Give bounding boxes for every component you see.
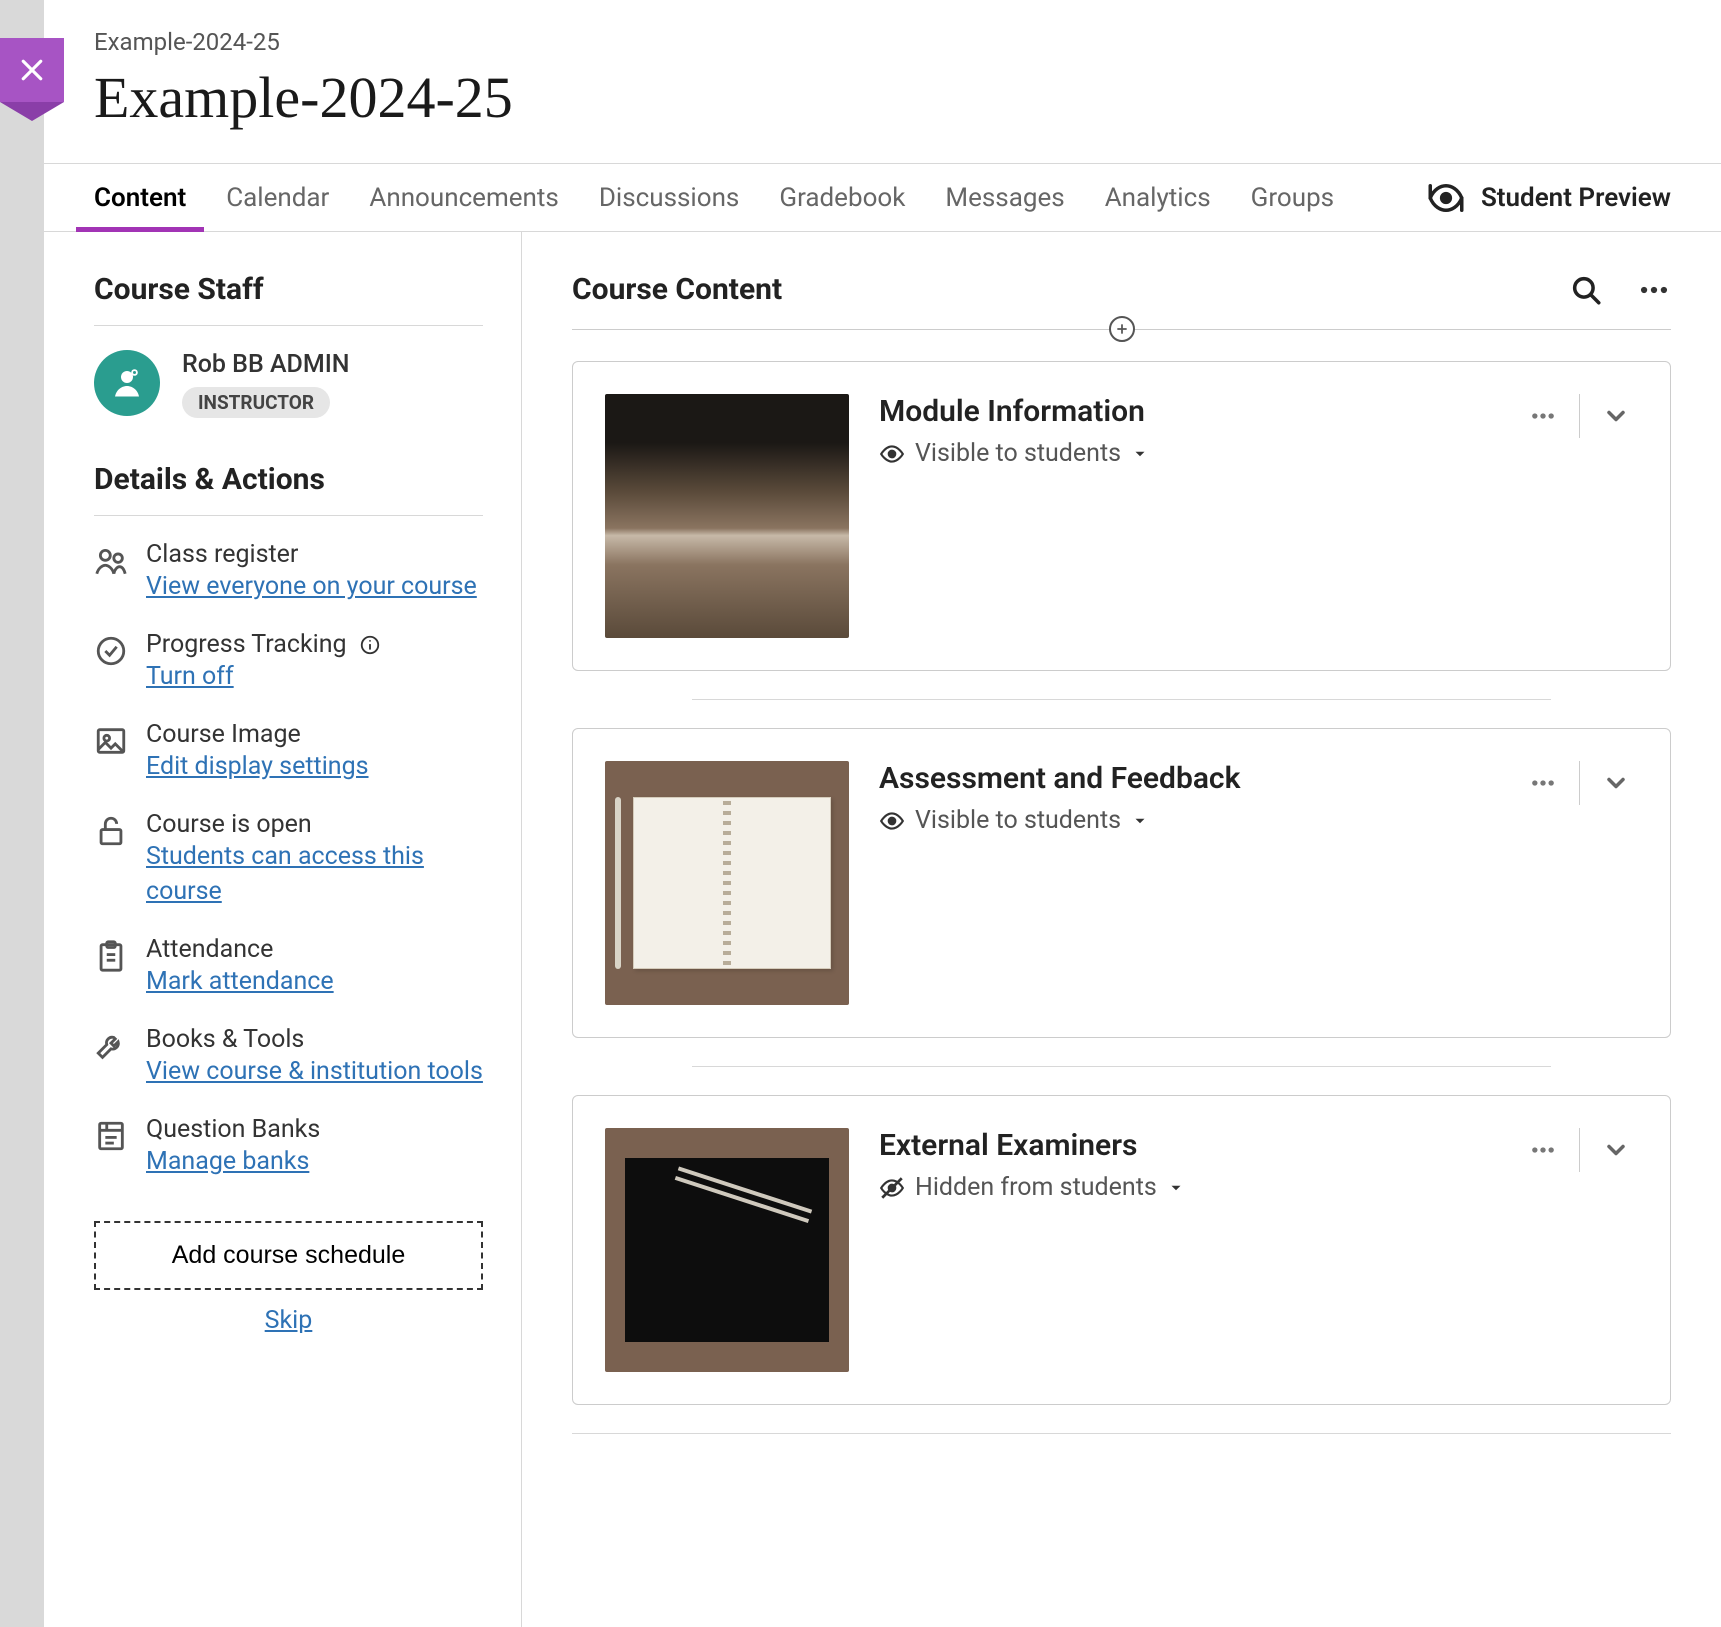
content-card[interactable]: Module Information Visible to students <box>572 361 1671 671</box>
people-icon <box>94 544 128 578</box>
visibility-label: Visible to students <box>915 439 1121 468</box>
card-thumbnail <box>605 761 849 1005</box>
visibility-dropdown[interactable]: Visible to students <box>879 806 1491 835</box>
detail-label-books-tools: Books & Tools <box>146 1025 483 1054</box>
wrench-icon <box>94 1029 128 1063</box>
detail-label-class-register: Class register <box>146 540 483 569</box>
link-view-tools[interactable]: View course & institution tools <box>146 1054 483 1089</box>
student-preview-button[interactable]: Student Preview <box>1425 177 1671 219</box>
info-icon[interactable] <box>359 634 381 656</box>
link-edit-display[interactable]: Edit display settings <box>146 749 483 784</box>
card-more-button[interactable] <box>1521 761 1565 805</box>
staff-name[interactable]: Rob BB ADMIN <box>182 350 350 379</box>
detail-label-question-banks: Question Banks <box>146 1115 483 1144</box>
course-staff-heading: Course Staff <box>94 272 483 326</box>
insert-content-button[interactable] <box>1109 316 1135 342</box>
chevron-down-icon <box>1602 769 1630 797</box>
details-actions-heading: Details & Actions <box>94 462 483 516</box>
separator <box>1579 761 1580 805</box>
link-turn-off[interactable]: Turn off <box>146 659 483 694</box>
underlay-strip <box>0 0 44 1627</box>
chevron-down-icon <box>1602 1136 1630 1164</box>
visibility-label: Hidden from students <box>915 1173 1157 1202</box>
close-panel-button[interactable] <box>0 38 64 102</box>
more-horizontal-icon <box>1529 402 1557 430</box>
plus-icon <box>1115 322 1129 336</box>
unlock-icon <box>94 814 128 848</box>
student-preview-icon <box>1425 177 1467 219</box>
search-button[interactable] <box>1569 273 1603 307</box>
avatar[interactable] <box>94 350 160 416</box>
detail-label-progress-tracking: Progress Tracking <box>146 630 483 659</box>
chevron-down-icon <box>1167 1179 1185 1197</box>
search-icon <box>1569 273 1603 307</box>
content-card[interactable]: External Examiners Hidden from students <box>572 1095 1671 1405</box>
visibility-label: Visible to students <box>915 806 1121 835</box>
skip-link[interactable]: Skip <box>94 1306 483 1335</box>
close-icon <box>17 55 47 85</box>
tab-analytics[interactable]: Analytics <box>1105 164 1211 231</box>
link-view-everyone[interactable]: View everyone on your course <box>146 569 483 604</box>
link-mark-attendance[interactable]: Mark attendance <box>146 964 483 999</box>
role-badge: INSTRUCTOR <box>182 387 330 418</box>
breadcrumb[interactable]: Example-2024-25 <box>94 28 1671 56</box>
divider <box>572 1433 1671 1434</box>
more-horizontal-icon <box>1529 769 1557 797</box>
check-circle-icon <box>94 634 128 668</box>
more-horizontal-icon <box>1637 273 1671 307</box>
more-horizontal-icon <box>1529 1136 1557 1164</box>
content-card[interactable]: Assessment and Feedback Visible to stude… <box>572 728 1671 1038</box>
visibility-dropdown[interactable]: Visible to students <box>879 439 1491 468</box>
separator <box>1579 394 1580 438</box>
eye-icon <box>879 441 905 467</box>
tab-announcements[interactable]: Announcements <box>369 164 558 231</box>
course-content-heading: Course Content <box>572 272 782 307</box>
more-options-button[interactable] <box>1637 273 1671 307</box>
chevron-down-icon <box>1131 445 1149 463</box>
tab-discussions[interactable]: Discussions <box>599 164 740 231</box>
detail-label-attendance: Attendance <box>146 935 483 964</box>
course-tabs: Content Calendar Announcements Discussio… <box>94 164 1334 231</box>
tab-messages[interactable]: Messages <box>945 164 1064 231</box>
card-more-button[interactable] <box>1521 394 1565 438</box>
card-thumbnail <box>605 1128 849 1372</box>
card-expand-button[interactable] <box>1594 1128 1638 1172</box>
card-title[interactable]: Assessment and Feedback <box>879 761 1491 796</box>
eye-off-icon <box>879 1175 905 1201</box>
question-bank-icon <box>94 1119 128 1153</box>
card-expand-button[interactable] <box>1594 761 1638 805</box>
add-course-schedule-button[interactable]: Add course schedule <box>94 1221 483 1290</box>
visibility-dropdown[interactable]: Hidden from students <box>879 1173 1491 1202</box>
chevron-down-icon <box>1131 812 1149 830</box>
divider <box>692 699 1551 700</box>
chevron-down-icon <box>1602 402 1630 430</box>
detail-label-course-image: Course Image <box>146 720 483 749</box>
image-icon <box>94 724 128 758</box>
user-gear-icon <box>109 365 145 401</box>
eye-icon <box>879 808 905 834</box>
page-title: Example-2024-25 <box>94 64 1671 131</box>
card-title[interactable]: External Examiners <box>879 1128 1491 1163</box>
card-more-button[interactable] <box>1521 1128 1565 1172</box>
detail-label-course-open: Course is open <box>146 810 483 839</box>
tab-groups[interactable]: Groups <box>1251 164 1334 231</box>
clipboard-icon <box>94 939 128 973</box>
tab-calendar[interactable]: Calendar <box>226 164 329 231</box>
card-title[interactable]: Module Information <box>879 394 1491 429</box>
link-manage-banks[interactable]: Manage banks <box>146 1144 483 1179</box>
divider <box>692 1066 1551 1067</box>
tab-gradebook[interactable]: Gradebook <box>779 164 905 231</box>
link-students-access[interactable]: Students can access this course <box>146 839 483 909</box>
student-preview-label: Student Preview <box>1481 183 1671 213</box>
card-expand-button[interactable] <box>1594 394 1638 438</box>
card-thumbnail <box>605 394 849 638</box>
insert-divider <box>572 317 1671 341</box>
tab-content[interactable]: Content <box>94 164 186 231</box>
separator <box>1579 1128 1580 1172</box>
